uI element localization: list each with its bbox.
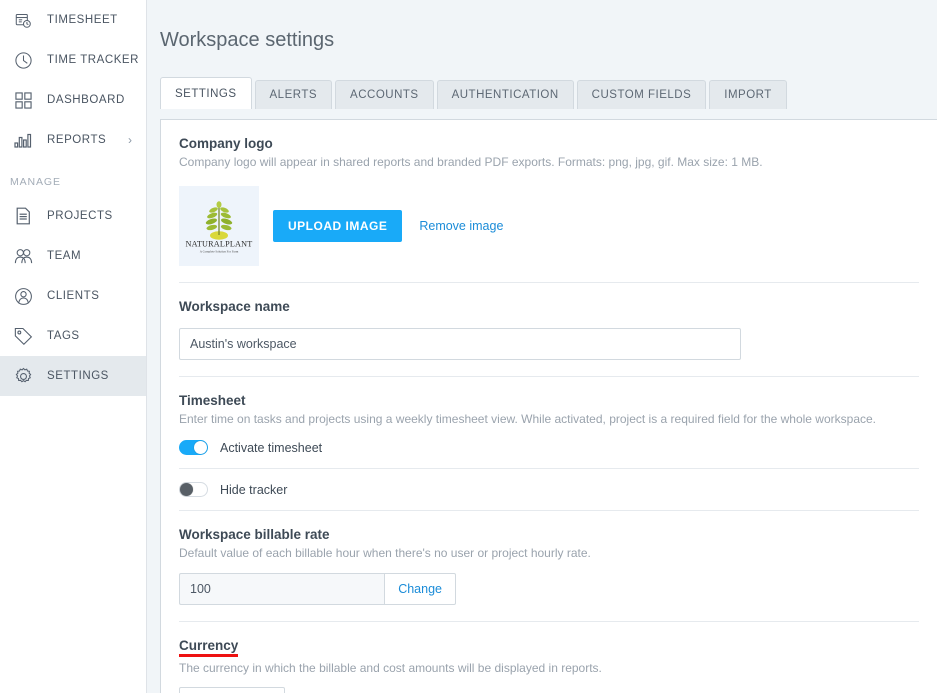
workspace-name-input[interactable] [179,328,741,361]
section-currency: Currency The currency in which the billa… [179,622,919,693]
sidebar-item-time-tracker[interactable]: TIME TRACKER [0,40,146,80]
section-title: Company logo [179,136,273,151]
sidebar-item-dashboard[interactable]: DASHBOARD [0,80,146,120]
sidebar-item-label: TAGS [47,330,80,342]
toggle-row-activate-timesheet: Activate timesheet [179,427,919,468]
clock-icon [8,51,38,70]
tab-import[interactable]: IMPORT [709,80,787,109]
tab-alerts[interactable]: ALERTS [254,80,333,109]
billable-rate-value[interactable]: 100 [179,572,385,605]
person-icon [8,287,38,306]
sidebar-item-label: TIME TRACKER [47,54,140,66]
sidebar-item-clients[interactable]: CLIENTS [0,276,146,316]
tag-icon [8,327,38,345]
section-company-logo: Company logo Company logo will appear in… [179,120,919,284]
section-description: Company logo will appear in shared repor… [179,155,763,169]
section-description: Default value of each billable hour when… [179,546,591,561]
section-title: Workspace name [179,299,290,315]
section-title: Workspace billable rate [179,527,330,543]
toggle-knob [194,441,207,455]
section-billable-rate: Workspace billable rate Default value of… [179,510,919,622]
currency-input[interactable] [179,686,285,693]
svg-text:NATURALPLANT: NATURALPLANT [186,240,253,249]
tab-bar: SETTINGS ALERTS ACCOUNTS AUTHENTICATION … [147,77,937,109]
page-title: Workspace settings [160,29,335,51]
sidebar-item-label: SETTINGS [47,370,109,382]
tab-label: IMPORT [724,89,772,101]
natural-plant-logo: NATURALPLANT A Complete Solution For Far… [183,190,255,263]
tab-label: ALERTS [269,89,318,101]
sidebar: TIMESHEET TIME TRACKER DASHBOARD REPORTS… [0,0,147,693]
sidebar-item-label: REPORTS [47,134,107,146]
section-timesheet: Timesheet Enter time on tasks and projec… [179,377,919,510]
people-icon [8,248,38,265]
billable-rate-group: 100 Change [179,572,456,605]
sidebar-item-reports[interactable]: REPORTS › [0,120,146,160]
billable-rate-change-button[interactable]: Change [384,572,456,605]
sidebar-item-label: PROJECTS [47,210,113,222]
svg-text:A Complete Solution For Farm: A Complete Solution For Farm [200,250,239,254]
activate-timesheet-toggle[interactable] [179,440,208,456]
section-title: Timesheet [179,393,246,409]
tab-label: AUTHENTICATION [451,89,559,101]
tab-label: ACCOUNTS [350,89,419,101]
toggle-label: Activate timesheet [220,440,323,455]
section-title: Currency [179,638,919,657]
settings-panel: Company logo Company logo will appear in… [160,119,937,693]
sidebar-item-timesheet[interactable]: TIMESHEET [0,0,146,40]
sidebar-item-label: DASHBOARD [47,94,125,106]
bar-chart-icon [8,132,38,148]
toggle-label: Hide tracker [220,482,288,497]
sidebar-item-label: TEAM [47,250,82,262]
tab-accounts[interactable]: ACCOUNTS [335,80,434,109]
tab-authentication[interactable]: AUTHENTICATION [436,80,574,109]
sidebar-item-label: TIMESHEET [47,14,118,26]
sidebar-item-label: CLIENTS [47,290,100,302]
sidebar-item-settings[interactable]: SETTINGS [0,356,146,396]
tab-settings[interactable]: SETTINGS [160,77,252,109]
company-logo-preview: NATURALPLANT A Complete Solution For Far… [179,186,259,267]
timesheet-icon [8,12,38,29]
sidebar-group-label: MANAGE [10,176,61,188]
section-description: The currency in which the billable and c… [179,660,602,675]
hide-tracker-toggle[interactable] [179,482,208,498]
section-description: Enter time on tasks and projects using a… [179,412,877,427]
app-root: TIMESHEET TIME TRACKER DASHBOARD REPORTS… [0,0,937,693]
toggle-row-hide-tracker: Hide tracker [179,468,919,510]
dashboard-icon [8,91,38,109]
sidebar-item-tags[interactable]: TAGS [0,316,146,356]
gear-icon [8,367,38,386]
section-workspace-name: Workspace name [179,283,919,378]
sidebar-item-projects[interactable]: PROJECTS [0,196,146,236]
toggle-knob [180,483,193,497]
document-icon [8,207,38,225]
tab-custom-fields[interactable]: CUSTOM FIELDS [576,80,707,109]
tab-label: SETTINGS [175,87,237,100]
currency-title-highlight: Currency [179,638,239,657]
logo-row: NATURALPLANT A Complete Solution For Far… [179,186,919,267]
sidebar-item-team[interactable]: TEAM [0,236,146,276]
upload-image-button[interactable]: UPLOAD IMAGE [273,210,403,243]
remove-image-link[interactable]: Remove image [419,219,503,233]
chevron-right-icon: › [128,133,132,147]
main-content: Workspace settings SETTINGS ALERTS ACCOU… [147,0,937,693]
tab-label: CUSTOM FIELDS [591,89,692,101]
